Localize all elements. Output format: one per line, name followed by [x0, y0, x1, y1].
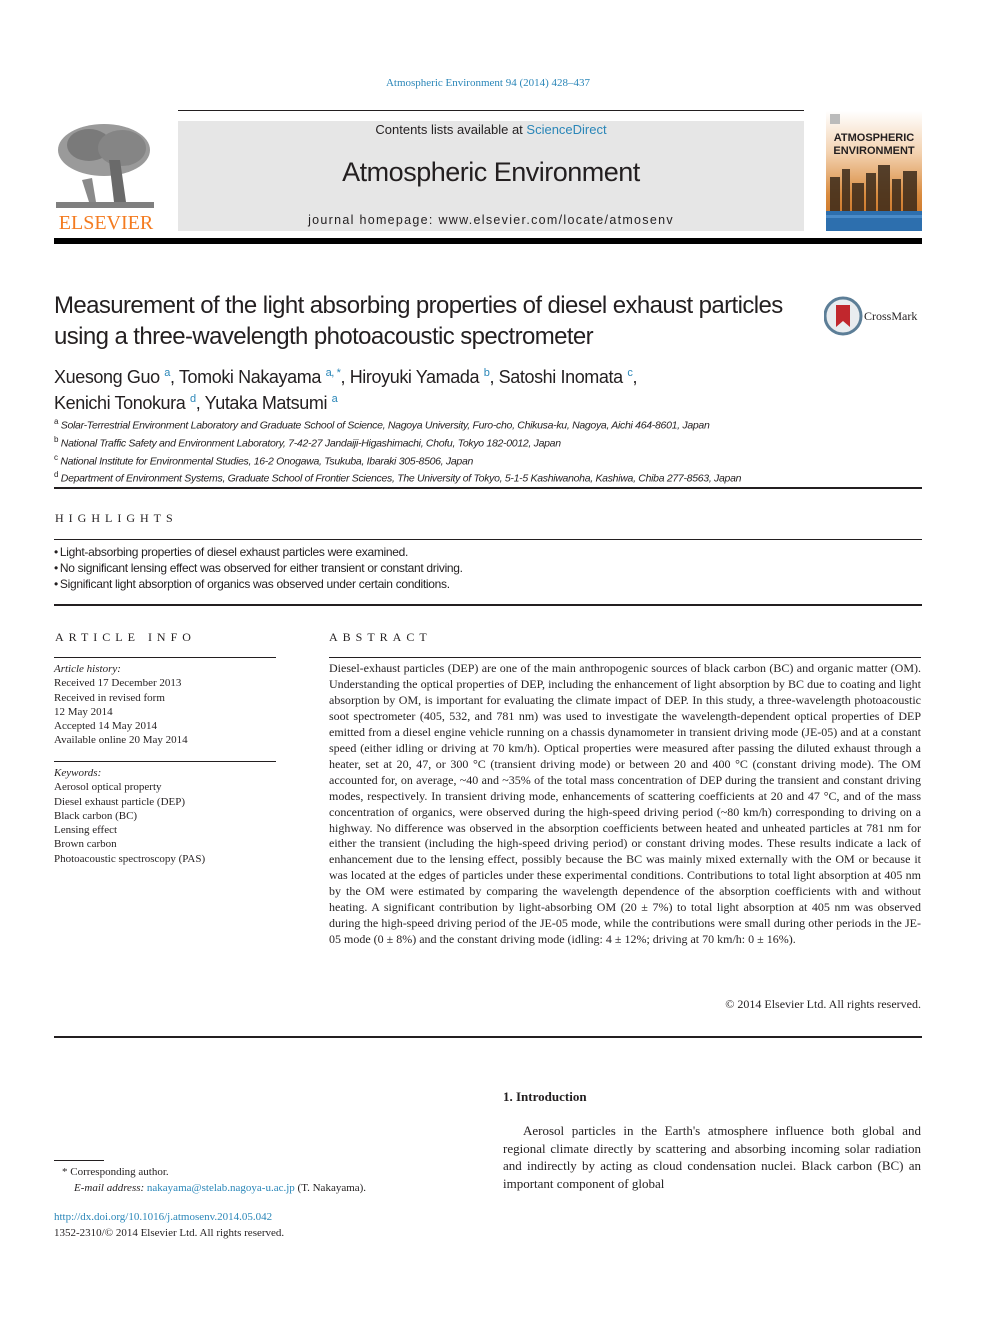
keywords: Keywords: Aerosol optical property Diese… — [54, 766, 276, 866]
affiliation-text: Solar-Terrestrial Environment Laboratory… — [60, 419, 710, 432]
history-entry: Available online 20 May 2014 — [54, 734, 188, 747]
keyword: Lensing effect — [54, 824, 118, 837]
cover-title-line2: ENVIRONMENT — [833, 145, 915, 157]
affiliation-key: b — [54, 434, 59, 444]
crossmark-label: CrossMark — [864, 309, 918, 323]
highlights-list: Light-absorbing properties of diesel exh… — [54, 544, 914, 592]
affiliation-text: National Traffic Safety and Environment … — [60, 437, 561, 450]
journal-cover-image[interactable]: ATMOSPHERIC ENVIRONMENT — [826, 111, 922, 231]
history-entry: Accepted 14 May 2014 — [54, 720, 157, 733]
keyword: Photoacoustic spectroscopy (PAS) — [54, 852, 206, 865]
author-affiliation-marker[interactable]: a, * — [326, 367, 341, 379]
header-thick-rule — [54, 238, 922, 244]
affiliation-key: a — [54, 417, 59, 426]
footnote-rule — [54, 1160, 104, 1161]
affiliation-key: d — [54, 470, 59, 480]
homepage-url-link[interactable]: www.elsevier.com/locate/atmosenv — [438, 213, 673, 227]
history-entry: Received 17 December 2013 — [54, 677, 182, 690]
author-list: Xuesong Guo a, Tomoki Nakayama a, *, Hir… — [54, 362, 834, 414]
author-name[interactable]: Hiroyuki Yamada — [350, 367, 480, 387]
contents-available-line: Contents lists available at ScienceDirec… — [178, 122, 804, 137]
author-separator: , — [489, 367, 499, 387]
affiliation-item: d Department of Environment Systems, Gra… — [54, 468, 914, 486]
email-link[interactable]: nakayama@stelab.nagoya-u.ac.jp — [147, 1182, 295, 1194]
author-separator: , — [195, 393, 205, 413]
abstract-heading: ABSTRACT — [329, 630, 432, 644]
email-line: E-mail address: nakayama@stelab.nagoya-u… — [54, 1181, 474, 1197]
affiliation-item: b National Traffic Safety and Environmen… — [54, 433, 914, 451]
elsevier-wordmark: ELSEVIER — [58, 212, 154, 234]
author-name[interactable]: Satoshi Inomata — [499, 367, 623, 387]
contents-prefix: Contents lists available at — [375, 122, 527, 137]
homepage-prefix: journal homepage: — [308, 213, 439, 227]
author-affiliation-marker[interactable]: a — [332, 393, 338, 405]
highlight-item: Light-absorbing properties of diesel exh… — [54, 544, 914, 560]
author-name[interactable]: Tomoki Nakayama — [179, 367, 321, 387]
introduction-text: Aerosol particles in the Earth's atmosph… — [503, 1123, 921, 1191]
author-separator: , — [632, 367, 638, 387]
issn-copyright: 1352-2310/© 2014 Elsevier Ltd. All right… — [54, 1226, 285, 1239]
author-name[interactable]: Kenichi Tonokura — [54, 393, 186, 413]
keywords-label: Keywords: — [54, 767, 102, 779]
journal-title: Atmospheric Environment — [342, 157, 640, 187]
cover-title-line1: ATMOSPHERIC — [834, 132, 915, 144]
keyword: Brown carbon — [54, 838, 117, 851]
history-entry: 12 May 2014 — [54, 705, 113, 718]
keyword: Aerosol optical property — [54, 781, 162, 794]
article-info-heading: ARTICLE INFO — [55, 630, 196, 644]
keyword: Diesel exhaust particle (DEP) — [54, 795, 186, 808]
introduction-heading: 1. Introduction — [503, 1089, 587, 1104]
journal-homepage-line: journal homepage: www.elsevier.com/locat… — [178, 213, 804, 227]
journal-citation-link[interactable]: Atmospheric Environment 94 (2014) 428–43… — [0, 77, 976, 89]
section-divider — [54, 487, 922, 489]
journal-masthead: Contents lists available at ScienceDirec… — [178, 121, 804, 231]
doi-block: http://dx.doi.org/10.1016/j.atmosenv.201… — [54, 1210, 474, 1241]
corresponding-author-footnote: * Corresponding author. E-mail address: … — [54, 1165, 474, 1196]
article-history-label: Article history: — [54, 663, 121, 675]
crossmark-icon — [823, 296, 863, 336]
email-label: E-mail address: — [74, 1181, 147, 1194]
affiliation-item: a Solar-Terrestrial Environment Laborato… — [54, 415, 914, 433]
article-history: Article history: Received 17 December 20… — [54, 662, 276, 748]
highlight-item: Significant light absorption of organics… — [54, 576, 914, 592]
highlights-heading: HIGHLIGHTS — [55, 511, 178, 525]
author-name[interactable]: Xuesong Guo — [54, 367, 160, 387]
sciencedirect-link[interactable]: ScienceDirect — [526, 122, 606, 137]
highlight-item: No significant lensing effect was observ… — [54, 560, 914, 576]
highlights-bottom-rule — [54, 604, 922, 606]
paper-title: Measurement of the light absorbing prope… — [54, 292, 783, 350]
abstract-text: Diesel-exhaust particles (DEP) are one o… — [329, 661, 921, 947]
highlights-top-rule — [54, 539, 922, 540]
abstract-copyright: © 2014 Elsevier Ltd. All rights reserved… — [725, 997, 921, 1011]
affiliation-text: Department of Environment Systems, Gradu… — [60, 472, 742, 485]
header-rule — [178, 110, 804, 111]
keyword: Black carbon (BC) — [54, 809, 138, 822]
article-info-rule — [54, 657, 276, 658]
email-suffix: (T. Nakayama). — [294, 1181, 367, 1194]
author-separator: , — [170, 367, 179, 387]
affiliation-list: a Solar-Terrestrial Environment Laborato… — [54, 415, 914, 486]
doi-link[interactable]: http://dx.doi.org/10.1016/j.atmosenv.201… — [54, 1210, 474, 1226]
front-matter-end-rule — [54, 1036, 922, 1038]
abstract-rule — [329, 657, 921, 658]
history-entry: Received in revised form — [54, 691, 165, 704]
keywords-rule — [54, 761, 276, 762]
affiliation-key: c — [54, 452, 58, 462]
author-name[interactable]: Yutaka Matsumi — [205, 393, 328, 413]
affiliation-text: National Institute for Environmental Stu… — [60, 455, 474, 468]
author-separator: , — [340, 367, 350, 387]
affiliation-item: c National Institute for Environmental S… — [54, 451, 914, 469]
corresponding-author-note: * Corresponding author. — [62, 1166, 169, 1178]
